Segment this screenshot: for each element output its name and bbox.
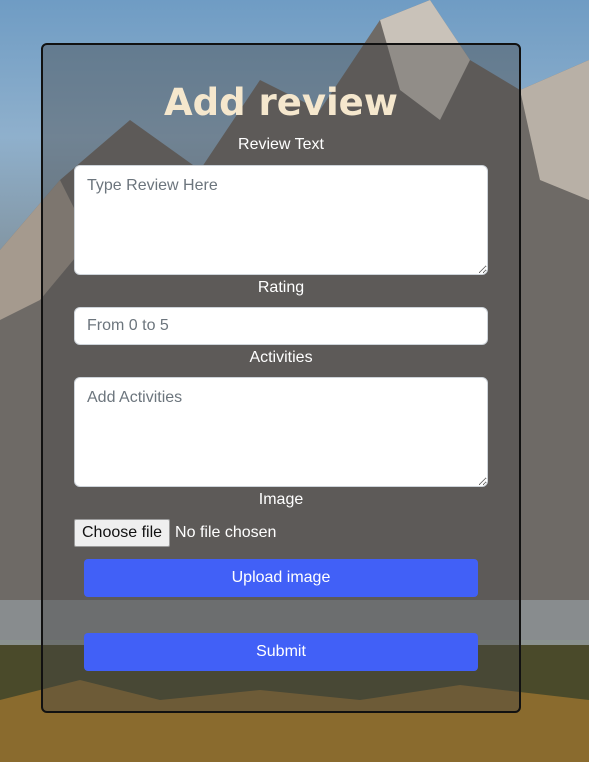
activities-field[interactable] (74, 377, 488, 487)
review-text-field[interactable] (74, 165, 488, 275)
rating-label: Rating (257, 279, 305, 296)
submit-button[interactable]: Submit (84, 633, 478, 671)
add-review-card: Add review Review Text Rating Activities… (41, 43, 521, 713)
file-input: Choose file No file chosen (74, 519, 276, 547)
choose-file-button[interactable]: Choose file (74, 519, 171, 547)
review-text-label: Review Text (238, 136, 324, 153)
rating-field[interactable] (74, 307, 488, 345)
page-title: Add review (164, 81, 398, 124)
image-label: Image (258, 491, 304, 508)
upload-image-button[interactable]: Upload image (84, 559, 478, 597)
file-status-text: No file chosen (175, 524, 277, 541)
activities-label: Activities (249, 349, 313, 366)
